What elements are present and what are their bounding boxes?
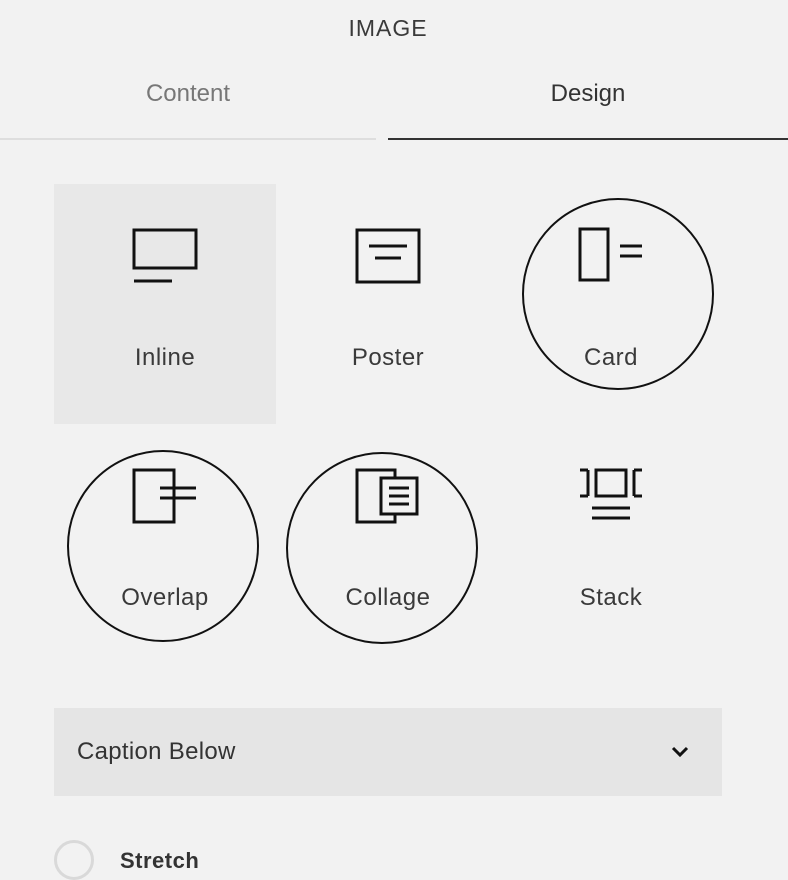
layout-option-collage[interactable]: Collage (277, 424, 499, 664)
layout-option-overlap[interactable]: Overlap (54, 424, 276, 664)
layout-options-grid: Inline Poster Card Overlap Collage Stack (54, 184, 722, 664)
caption-position-value: Caption Below (77, 738, 236, 765)
layout-label-stack: Stack (579, 584, 643, 611)
layout-label-poster: Poster (351, 344, 425, 371)
layout-option-inline[interactable]: Inline (54, 184, 276, 424)
stretch-option: Stretch (54, 838, 722, 880)
layout-option-poster[interactable]: Poster (277, 184, 499, 424)
layout-label-collage: Collage (345, 584, 431, 611)
collage-layout-icon (355, 468, 419, 524)
stack-layout-icon (580, 468, 642, 520)
tab-content[interactable]: Content (0, 70, 376, 140)
tab-bar: Content Design (0, 70, 788, 140)
layout-label-inline: Inline (134, 344, 196, 371)
layout-option-card[interactable]: Card (500, 184, 722, 424)
overlap-layout-icon (132, 468, 196, 524)
panel-title: IMAGE (348, 15, 428, 41)
inline-layout-icon (132, 228, 198, 283)
poster-layout-icon (355, 228, 421, 284)
caption-position-select[interactable]: Caption Below (54, 708, 722, 796)
stretch-label: Stretch (120, 848, 200, 873)
tab-design[interactable]: Design (388, 70, 788, 140)
layout-option-stack[interactable]: Stack (500, 424, 722, 664)
card-layout-icon (578, 227, 642, 282)
stretch-radio[interactable] (54, 840, 94, 880)
layout-label-card: Card (583, 344, 639, 371)
layout-label-overlap: Overlap (121, 584, 209, 611)
chevron-down-icon (671, 746, 689, 758)
